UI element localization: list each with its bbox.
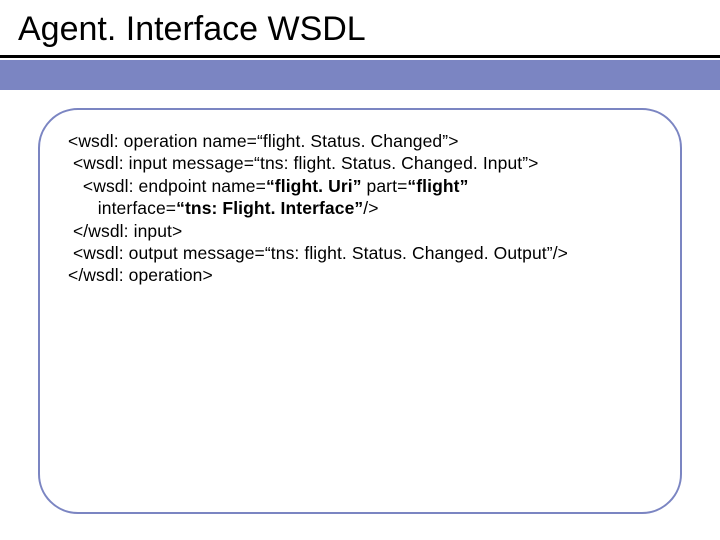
code-line-2: <wsdl: input message=“tns: flight. Statu… [68,153,539,173]
code-line-3c: part= [362,176,408,196]
content-frame: <wsdl: operation name=“flight. Status. C… [38,108,682,514]
code-line-3a: <wsdl: endpoint name= [68,176,266,196]
code-line-4b-bold: “tns: Flight. Interface” [176,198,363,218]
code-block: <wsdl: operation name=“flight. Status. C… [68,130,652,287]
code-line-4a: interface= [68,198,176,218]
slide: Agent. Interface WSDL <wsdl: operation n… [0,0,720,540]
code-line-6: <wsdl: output message=“tns: flight. Stat… [68,243,568,263]
code-line-3b-bold: “flight. Uri” [266,176,362,196]
page-title: Agent. Interface WSDL [18,10,702,49]
code-line-4c: /> [363,198,378,218]
header: Agent. Interface WSDL [0,0,720,49]
code-line-7: </wsdl: operation> [68,265,213,285]
code-line-5: </wsdl: input> [68,221,182,241]
code-line-1: <wsdl: operation name=“flight. Status. C… [68,131,459,151]
accent-band [0,60,720,90]
code-line-3d-bold: “flight” [407,176,468,196]
title-underline [0,55,720,58]
